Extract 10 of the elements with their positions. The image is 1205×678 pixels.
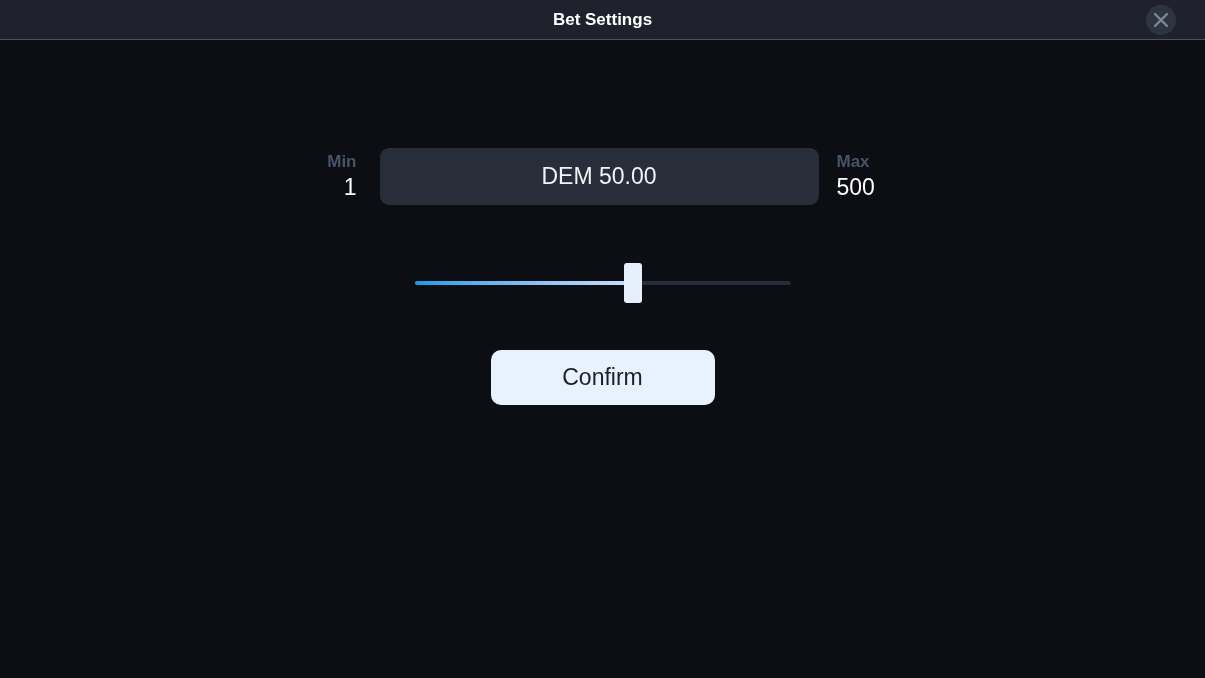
- max-value: 500: [836, 172, 875, 202]
- slider-thumb[interactable]: [623, 263, 642, 303]
- amount-field[interactable]: DEM 50.00: [379, 148, 819, 205]
- min-value: 1: [343, 172, 357, 202]
- close-button[interactable]: [1146, 5, 1176, 35]
- close-icon: [1154, 13, 1168, 27]
- confirm-button[interactable]: Confirm: [490, 350, 715, 405]
- min-label: Min: [327, 151, 357, 172]
- window-title: Bet Settings: [552, 8, 653, 31]
- max-label: Max: [836, 151, 870, 172]
